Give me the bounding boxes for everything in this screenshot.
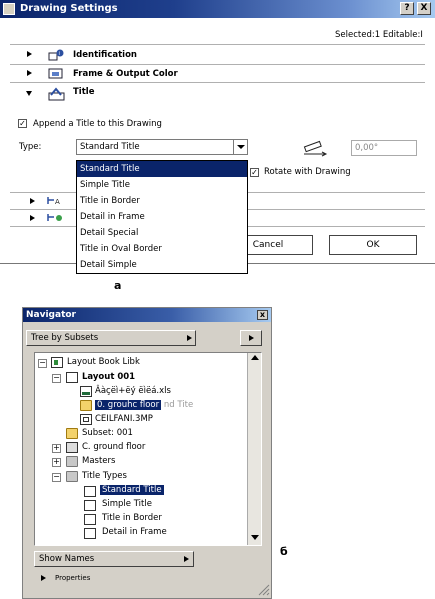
type-select-value: Standard Title [80, 142, 140, 152]
scroll-up-icon[interactable] [251, 355, 259, 360]
title-type-item[interactable]: Simple Title [102, 498, 152, 511]
title-type-label: Standard Title [100, 485, 164, 495]
folder-icon [66, 428, 78, 439]
tree-item[interactable]: CEILFANI.3MP [95, 413, 153, 426]
help-button[interactable]: ? [400, 2, 414, 15]
dropdown-option[interactable]: Detail Simple [77, 257, 247, 273]
expand-toggle[interactable]: + [52, 444, 61, 453]
navigator-titlebar[interactable]: Navigator x [23, 308, 271, 322]
navigator-menu-button[interactable] [240, 330, 262, 346]
layout-icon [66, 372, 78, 383]
angle-field[interactable]: 0,00° [351, 140, 417, 156]
dropdown-option[interactable]: Standard Title [77, 161, 247, 177]
navigator-palette: Navigator x Tree by Subsets − Layout Boo… [22, 307, 272, 599]
layout-label[interactable]: Layout 001 [82, 371, 135, 384]
drawing-xls-icon [80, 386, 92, 397]
expand-identification-toggle[interactable] [27, 51, 32, 57]
subset-label[interactable]: Subset: 001 [82, 427, 133, 440]
ghost-label: nd Tite [163, 400, 194, 410]
ok-button[interactable]: OK [329, 235, 417, 255]
expand-section-toggle[interactable] [30, 198, 35, 204]
title-type-item-selected[interactable]: Standard Title [100, 484, 164, 497]
frame-color-icon [48, 67, 64, 80]
dialog-title: Drawing Settings [20, 3, 118, 14]
type-dropdown-list[interactable]: Standard Title Simple Title Title in Bor… [76, 160, 248, 274]
collapse-toggle[interactable]: − [52, 473, 61, 482]
properties-label[interactable]: Properties [55, 574, 90, 582]
chevron-right-icon [184, 556, 189, 562]
show-names-value: Show Names [39, 554, 95, 564]
title-type-item[interactable]: Title in Border [102, 512, 162, 525]
image-file-icon [80, 414, 92, 425]
dropdown-option[interactable]: Title in Oval Border [77, 241, 247, 257]
text-style-icon [46, 212, 64, 223]
svg-text:A: A [55, 198, 60, 206]
expand-frame-output-toggle[interactable] [27, 70, 32, 76]
dropdown-option[interactable]: Detail Special [77, 225, 247, 241]
dropdown-option[interactable]: Detail in Frame [77, 209, 247, 225]
collapse-toggle[interactable]: − [52, 374, 61, 383]
caption-b: б [280, 545, 288, 558]
navigator-tree[interactable]: − Layout Book Libk − Layout 001 Âàçëì+ëý… [34, 352, 262, 546]
title-type-item[interactable]: Detail in Frame [102, 526, 167, 539]
divider [10, 82, 425, 83]
scroll-down-icon[interactable] [251, 535, 259, 540]
folder-open-icon [66, 471, 78, 482]
append-title-checkbox[interactable]: ✓ [18, 119, 27, 128]
view-mode-value: Tree by Subsets [31, 333, 99, 343]
dialog-titlebar[interactable]: Drawing Settings ? X [0, 0, 435, 18]
angle-icon [302, 139, 328, 157]
tree-item-selected[interactable]: 0. grouhc floor nd Tite [95, 399, 193, 412]
show-names-select[interactable]: Show Names [34, 551, 194, 567]
folder-icon [66, 442, 78, 453]
navigator-close-button[interactable]: x [257, 310, 268, 320]
collapse-title-toggle[interactable] [26, 91, 32, 96]
rotate-with-drawing-checkbox[interactable]: ✓ [250, 168, 259, 177]
chevron-right-icon [249, 335, 254, 341]
svg-text:i: i [59, 51, 60, 57]
tree-item-label: 0. grouhc floor [95, 400, 162, 410]
section-title-label[interactable]: Title [73, 87, 94, 97]
expand-toggle[interactable]: + [52, 458, 61, 467]
resize-grip[interactable] [256, 582, 270, 596]
rotate-with-drawing-label: Rotate with Drawing [264, 167, 351, 177]
dropdown-option[interactable]: Title in Border [77, 193, 247, 209]
dimension-icon: A [46, 195, 64, 206]
tree-root-label[interactable]: Layout Book Libk [67, 356, 140, 369]
selected-info: Selected:1 Editable:I [335, 30, 423, 40]
tree-item[interactable]: Âàçëì+ëý ëìëá.xls [95, 385, 171, 398]
layout-book-icon [51, 357, 63, 368]
title-icon [48, 86, 65, 102]
tree-scrollbar[interactable] [247, 353, 261, 545]
section-frame-output-label[interactable]: Frame & Output Color [73, 69, 178, 79]
expand-section-toggle[interactable] [30, 215, 35, 221]
section-identification-label[interactable]: Identification [73, 50, 137, 60]
divider [10, 44, 425, 45]
navigator-title: Navigator [26, 310, 76, 320]
title-types-label[interactable]: Title Types [82, 470, 127, 483]
masters-label[interactable]: Masters [82, 455, 115, 468]
identification-icon: i [48, 48, 64, 61]
caption-a: a [114, 279, 122, 292]
type-select[interactable]: Standard Title [76, 139, 248, 155]
chevron-down-icon[interactable] [233, 140, 247, 154]
title-type-icon [84, 528, 96, 539]
view-mode-select[interactable]: Tree by Subsets [26, 330, 196, 346]
folder-icon [66, 456, 78, 467]
title-type-icon [84, 500, 96, 511]
expand-properties-toggle[interactable] [41, 575, 46, 581]
title-type-icon [84, 514, 96, 525]
type-label: Type: [19, 142, 42, 152]
divider [10, 64, 425, 65]
ground-floor-label[interactable]: C. ground floor [82, 441, 145, 454]
dropdown-option[interactable]: Simple Title [77, 177, 247, 193]
close-button[interactable]: X [417, 2, 431, 15]
chevron-right-icon [187, 335, 192, 341]
drawing-icon [80, 400, 92, 411]
append-title-label: Append a Title to this Drawing [33, 119, 162, 129]
collapse-toggle[interactable]: − [38, 359, 47, 368]
app-icon [3, 3, 15, 15]
title-type-icon [84, 486, 96, 497]
